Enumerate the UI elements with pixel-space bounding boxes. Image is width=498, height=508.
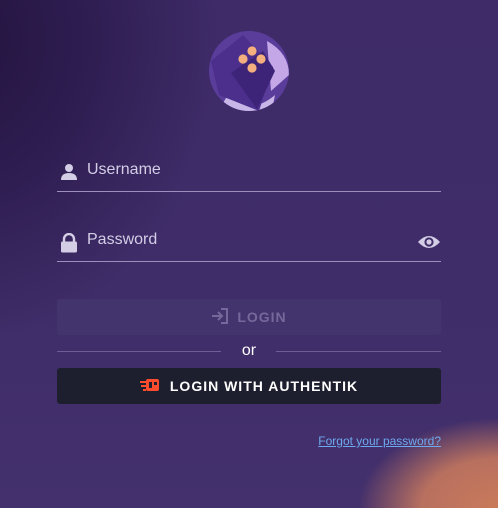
app-logo — [209, 31, 289, 111]
login-label: LOGIN — [237, 309, 287, 325]
login-button[interactable]: LOGIN — [57, 299, 441, 335]
eye-icon[interactable] — [417, 233, 441, 251]
forgot-password-link[interactable]: Forgot your password? — [318, 434, 441, 448]
sign-in-icon — [211, 307, 229, 327]
user-icon — [60, 163, 78, 181]
username-placeholder: Username — [87, 161, 161, 178]
password-field[interactable]: Password — [57, 225, 441, 262]
lock-icon — [60, 232, 78, 253]
divider-line-right — [276, 351, 441, 352]
login-with-authentik-button[interactable]: LOGIN WITH AUTHENTIK — [57, 368, 441, 404]
or-divider: or — [57, 340, 441, 362]
authentik-icon — [139, 377, 160, 396]
authentik-label: LOGIN WITH AUTHENTIK — [169, 378, 359, 394]
username-field[interactable]: Username — [57, 155, 441, 192]
password-placeholder: Password — [87, 231, 158, 248]
